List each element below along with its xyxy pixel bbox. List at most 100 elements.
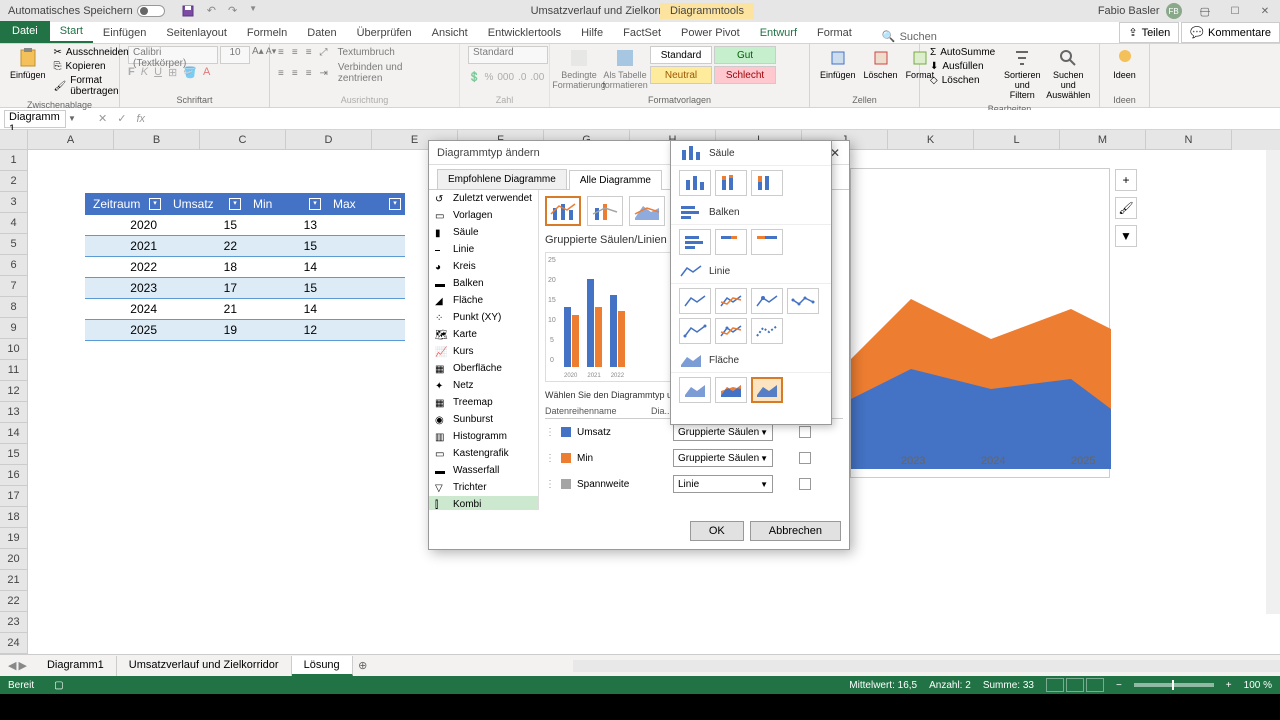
share-button[interactable]: ⇪Teilen <box>1119 22 1179 43</box>
number-format-combo[interactable]: Standard <box>468 46 548 64</box>
filter-dropdown-icon[interactable]: ▾ <box>389 198 401 210</box>
fx-icon[interactable]: fx <box>136 113 145 125</box>
row-header[interactable]: 11 <box>0 360 28 381</box>
table-cell[interactable]: 2021 <box>85 236 165 257</box>
view-normal-button[interactable] <box>1046 678 1064 692</box>
copy-button[interactable]: ⎘Kopieren <box>52 60 131 73</box>
column-header[interactable]: L <box>974 130 1060 150</box>
popup-subtype[interactable] <box>715 229 747 255</box>
row-header[interactable]: 15 <box>0 444 28 465</box>
select-all-corner[interactable] <box>0 130 28 150</box>
popup-subtype[interactable] <box>787 288 819 314</box>
row-header[interactable]: 16 <box>0 465 28 486</box>
sort-filter-button[interactable]: Sortieren und Filtern <box>1001 46 1043 102</box>
increase-font-icon[interactable]: A▴ <box>252 46 264 64</box>
table-header[interactable]: Max▾ <box>325 193 405 215</box>
font-color-button[interactable]: A <box>203 66 210 79</box>
chart-type-item[interactable]: ⁘Punkt (XY) <box>429 309 538 326</box>
table-cell[interactable]: 15 <box>245 236 325 257</box>
table-cell[interactable]: 15 <box>245 278 325 299</box>
table-cell[interactable] <box>325 299 405 320</box>
align-center-icon[interactable]: ≡ <box>292 68 298 79</box>
zoom-slider[interactable] <box>1134 683 1214 687</box>
chart-type-item[interactable]: ▮Säule <box>429 224 538 241</box>
tab-start[interactable]: Start <box>50 21 93 43</box>
search-placeholder[interactable]: Suchen <box>900 31 937 43</box>
table-cell[interactable]: 18 <box>165 257 245 278</box>
chart-type-item[interactable]: ✦Netz <box>429 377 538 394</box>
combo-subtype-3[interactable] <box>629 196 665 226</box>
row-header[interactable]: 6 <box>0 255 28 276</box>
popup-subtype[interactable] <box>679 377 711 403</box>
popup-subtype[interactable] <box>715 377 747 403</box>
row-header[interactable]: 4 <box>0 213 28 234</box>
italic-button[interactable]: K <box>141 66 148 79</box>
font-size-combo[interactable]: 10 <box>220 46 250 64</box>
autosum-button[interactable]: ΣAutoSumme <box>928 46 997 59</box>
align-top-icon[interactable]: ≡ <box>278 47 284 58</box>
formula-input[interactable] <box>153 110 1280 128</box>
bold-button[interactable]: F <box>128 66 135 79</box>
align-middle-icon[interactable]: ≡ <box>292 47 298 58</box>
row-header[interactable]: 8 <box>0 297 28 318</box>
clear-button[interactable]: ◇Löschen <box>928 74 997 87</box>
drag-handle-icon[interactable]: ⋮ <box>545 479 555 490</box>
name-box-dropdown[interactable]: ▼ <box>66 114 78 123</box>
tab-factset[interactable]: FactSet <box>613 23 671 43</box>
tab-devtools[interactable]: Entwicklertools <box>478 23 571 43</box>
zoom-out-button[interactable]: − <box>1116 680 1122 691</box>
table-header[interactable]: Min▾ <box>245 193 325 215</box>
delete-cells-button[interactable]: Löschen <box>862 46 900 82</box>
combo-subtype-1[interactable] <box>545 196 581 226</box>
view-page-layout-button[interactable] <box>1066 678 1084 692</box>
table-row[interactable]: 20212215 <box>85 236 405 257</box>
table-header[interactable]: Umsatz▾ <box>165 193 245 215</box>
chart-elements-button[interactable]: + <box>1115 169 1137 191</box>
row-header[interactable]: 24 <box>0 633 28 654</box>
column-header[interactable]: A <box>28 130 114 150</box>
popup-subtype[interactable] <box>751 170 783 196</box>
column-header[interactable]: K <box>888 130 974 150</box>
secondary-axis-checkbox[interactable] <box>799 452 811 464</box>
row-header[interactable]: 23 <box>0 612 28 633</box>
chart-type-item[interactable]: ▦Oberfläche <box>429 360 538 377</box>
chart-type-item[interactable]: ▭Kastengrafik <box>429 445 538 462</box>
tab-page-layout[interactable]: Seitenlayout <box>156 23 237 43</box>
row-header[interactable]: 20 <box>0 549 28 570</box>
sheet-tab[interactable]: Umsatzverlauf und Zielkorridor <box>117 656 292 676</box>
cancel-formula-icon[interactable]: ✕ <box>98 112 107 125</box>
secondary-axis-checkbox[interactable] <box>799 478 811 490</box>
find-select-button[interactable]: Suchen und Auswählen <box>1047 46 1089 102</box>
series-type-dropdown[interactable]: Gruppierte Säulen▼ <box>673 423 773 441</box>
row-header[interactable]: 5 <box>0 234 28 255</box>
chart-type-item[interactable]: ↺Zuletzt verwendet <box>429 190 538 207</box>
tab-insert[interactable]: Einfügen <box>93 23 156 43</box>
table-cell[interactable]: 22 <box>165 236 245 257</box>
popup-subtype[interactable] <box>751 288 783 314</box>
save-icon[interactable] <box>181 4 195 18</box>
dialog-tab-all[interactable]: Alle Diagramme <box>569 170 662 190</box>
column-header[interactable]: N <box>1146 130 1232 150</box>
chart-type-item[interactable]: 📈Kurs <box>429 343 538 360</box>
table-cell[interactable]: 14 <box>245 257 325 278</box>
column-header[interactable]: D <box>286 130 372 150</box>
comments-button[interactable]: 💬Kommentare <box>1181 22 1280 43</box>
sheet-tab[interactable]: Lösung <box>292 656 353 676</box>
row-header[interactable]: 12 <box>0 381 28 402</box>
user-avatar[interactable]: FB <box>1166 3 1182 19</box>
chart-type-item[interactable]: ◢Fläche <box>429 292 538 309</box>
horizontal-scrollbar[interactable] <box>573 660 1280 672</box>
row-header[interactable]: 9 <box>0 318 28 339</box>
table-cell[interactable]: 17 <box>165 278 245 299</box>
drag-handle-icon[interactable]: ⋮ <box>545 427 555 438</box>
row-header[interactable]: 14 <box>0 423 28 444</box>
row-header[interactable]: 13 <box>0 402 28 423</box>
table-cell[interactable]: 21 <box>165 299 245 320</box>
border-button[interactable]: ⊞ <box>168 66 177 79</box>
table-cell[interactable]: 15 <box>165 215 245 236</box>
dialog-ok-button[interactable]: OK <box>690 521 744 541</box>
tab-powerpivot[interactable]: Power Pivot <box>671 23 750 43</box>
decrease-decimal-icon[interactable]: .00 <box>530 72 544 83</box>
style-bad[interactable]: Schlecht <box>714 66 776 84</box>
table-cell[interactable]: 2025 <box>85 320 165 341</box>
